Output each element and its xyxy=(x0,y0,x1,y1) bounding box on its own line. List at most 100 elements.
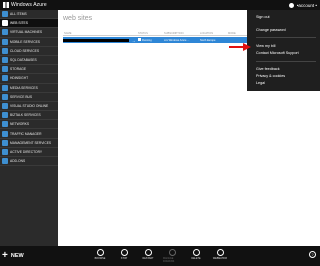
bus-icon xyxy=(2,93,8,100)
storage-icon xyxy=(2,66,8,73)
browse-button[interactable]: BROWSE xyxy=(91,249,109,260)
menu-view-my-bill[interactable]: View my bill xyxy=(256,44,275,48)
network-icon xyxy=(2,121,8,128)
status-cell: Running xyxy=(137,38,163,42)
sidebar-item-biztalk-services[interactable]: BIZTALK SERVICES xyxy=(0,111,58,121)
sidebar-item-hdinsight[interactable]: HDINSIGHT xyxy=(0,74,58,84)
sidebar-item-visual-studio-online[interactable]: VISUAL STUDIO ONLINE xyxy=(0,102,58,112)
sidebar-item-label: SERVICE BUS xyxy=(10,94,33,99)
site-name-cell[interactable] xyxy=(63,38,129,42)
sidebar-item-label: HDINSIGHT xyxy=(10,76,29,81)
command-label: BROWSE xyxy=(94,257,106,260)
visual-studio-icon xyxy=(2,102,8,109)
sidebar-item-label: VIRTUAL MACHINES xyxy=(10,30,43,35)
sidebar-item-add-ons[interactable]: ADD-ONS xyxy=(0,157,58,167)
sidebar-item-all-items[interactable]: ALL ITEMS xyxy=(0,10,58,20)
stop-button[interactable]: STOP xyxy=(115,249,133,260)
avatar-icon xyxy=(288,2,294,8)
sidebar-item-cloud-services[interactable]: CLOUD SERVICES xyxy=(0,47,58,56)
sidebar-item-label: CLOUD SERVICES xyxy=(10,48,40,53)
sidebar-item-label: ADD-ONS xyxy=(10,159,26,164)
arrow-right-icon[interactable]: → xyxy=(129,38,137,43)
management-icon xyxy=(2,139,8,146)
account-area[interactable]: •account • xyxy=(288,1,317,9)
account-name[interactable]: •account • xyxy=(297,3,317,8)
traffic-icon xyxy=(2,130,8,137)
brand-label: Windows Azure xyxy=(11,2,47,8)
plus-icon: + xyxy=(2,250,8,261)
delete-icon xyxy=(192,249,200,256)
sidebar-item-mobile-services[interactable]: MOBILE SERVICES xyxy=(0,38,58,47)
sidebar-item-label: MANAGEMENT SERVICES xyxy=(10,140,52,145)
sidebar-item-service-bus[interactable]: SERVICE BUS xyxy=(0,93,58,102)
new-label: NEW xyxy=(10,253,24,259)
column-subscription[interactable]: SUBSCRIPTION xyxy=(163,32,199,35)
mobile-icon xyxy=(2,38,8,45)
menu-divider xyxy=(256,37,316,38)
sidebar-item-media-services[interactable]: MEDIA SERVICES xyxy=(0,84,58,93)
sidebar-item-label: MOBILE SERVICES xyxy=(10,39,40,44)
cloud-icon xyxy=(2,47,8,54)
globe-icon xyxy=(2,20,8,27)
command-label: STOP xyxy=(120,257,128,260)
stop-icon xyxy=(120,249,128,256)
menu-give-feedback[interactable]: Give feedback xyxy=(256,67,280,71)
red-arrow-annotation xyxy=(229,43,251,51)
sidebar-item-storage[interactable]: STORAGE xyxy=(0,65,58,75)
sidebar-item-traffic-manager[interactable]: TRAFFIC MANAGER xyxy=(0,129,58,139)
webmatrix-icon xyxy=(216,249,224,256)
domains-icon xyxy=(168,249,176,256)
grid-icon xyxy=(2,11,8,18)
sidebar-item-label: SQL DATABASES xyxy=(10,58,37,63)
directory-icon xyxy=(2,148,8,155)
browse-icon xyxy=(96,249,104,256)
check-icon xyxy=(138,38,141,41)
sidebar-item-label: ACTIVE DIRECTORY xyxy=(10,149,43,154)
new-button[interactable]: + NEW xyxy=(2,249,24,263)
sidebar: ALL ITEMS WEB SITES VIRTUAL MACHINES MOB… xyxy=(0,10,58,246)
sidebar-item-label: BIZTALK SERVICES xyxy=(10,113,41,118)
biztalk-icon xyxy=(2,112,8,119)
column-name[interactable]: NAME xyxy=(63,32,129,35)
column-location[interactable]: LOCATION xyxy=(199,32,227,35)
restart-icon xyxy=(144,249,152,256)
menu-legal[interactable]: Legal xyxy=(256,81,265,85)
database-icon xyxy=(2,57,8,64)
sidebar-item-sql-databases[interactable]: SQL DATABASES xyxy=(0,56,58,66)
sidebar-item-virtual-machines[interactable]: VIRTUAL MACHINES xyxy=(0,28,58,38)
subscription-cell: xxx Windows Azure ... xyxy=(164,38,190,42)
command-bar: + NEW BROWSE STOP RESTART MANAGE DOMAINS… xyxy=(0,246,320,266)
top-bar: Windows Azure •account • xyxy=(0,0,320,10)
sidebar-item-label: STORAGE xyxy=(10,67,27,72)
sidebar-item-label: VISUAL STUDIO ONLINE xyxy=(10,103,49,108)
sidebar-item-active-directory[interactable]: ACTIVE DIRECTORY xyxy=(0,148,58,157)
webmatrix-button[interactable]: WEBMATRIX xyxy=(211,249,229,260)
sidebar-item-label: NETWORKS xyxy=(10,122,30,127)
restart-button[interactable]: RESTART xyxy=(139,249,157,260)
location-cell: North Europe xyxy=(200,38,216,42)
delete-button[interactable]: DELETE xyxy=(187,249,205,260)
command-label: DELETE xyxy=(191,257,201,260)
command-label: RESTART xyxy=(142,257,154,260)
help-icon[interactable]: ? xyxy=(309,251,316,258)
sidebar-item-web-sites[interactable]: WEB SITES xyxy=(0,19,58,29)
menu-privacy-cookies[interactable]: Privacy & cookies xyxy=(256,74,285,78)
command-label: MANAGE DOMAINS xyxy=(163,257,175,263)
media-icon xyxy=(2,84,8,91)
sidebar-item-label: MEDIA SERVICES xyxy=(10,85,38,90)
menu-sign-out[interactable]: Sign out xyxy=(256,15,270,19)
menu-divider xyxy=(256,61,316,62)
sidebar-item-networks[interactable]: NETWORKS xyxy=(0,120,58,130)
windows-logo-icon xyxy=(3,2,9,8)
sidebar-item-label: TRAFFIC MANAGER xyxy=(10,131,42,136)
column-mode[interactable]: MODE xyxy=(227,32,247,35)
menu-contact-support[interactable]: Contact Microsoft Support xyxy=(256,51,299,55)
add-ons-icon xyxy=(2,158,8,165)
manage-domains-button[interactable]: MANAGE DOMAINS xyxy=(163,249,181,263)
sidebar-item-management-services[interactable]: MANAGEMENT SERVICES xyxy=(0,139,58,148)
page-title: web sites xyxy=(63,15,93,22)
windows-azure-logo[interactable]: Windows Azure xyxy=(3,1,47,9)
column-status[interactable]: STATUS xyxy=(137,32,163,35)
command-label: WEBMATRIX xyxy=(212,257,228,260)
menu-change-password[interactable]: Change password xyxy=(256,28,286,32)
